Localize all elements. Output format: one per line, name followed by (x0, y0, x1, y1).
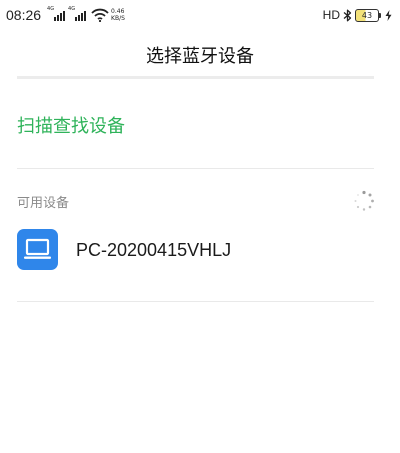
spinner-icon (354, 190, 374, 211)
signal-icon: 4G (47, 6, 66, 21)
network-speed: 0.46 KB/S (111, 8, 125, 22)
laptop-icon (17, 229, 58, 270)
sim1-network-tag: 4G (47, 6, 55, 12)
list-divider (17, 301, 374, 302)
scan-devices-button[interactable]: 扫描查找设备 (17, 112, 125, 138)
device-row[interactable]: PC-20200415VHLJ (0, 222, 400, 282)
available-devices-label: 可用设备 (17, 196, 70, 211)
page-title: 选择蓝牙设备 (146, 46, 254, 67)
status-right: HD 43 (323, 8, 392, 22)
header-divider (17, 76, 374, 79)
wifi-icon (91, 8, 109, 22)
battery-icon: 43 (355, 8, 381, 22)
sim2-network-tag: 4G (68, 6, 76, 12)
network-speed-unit: KB/S (111, 15, 125, 22)
signal-icon: 4G (68, 6, 87, 21)
status-bar: 08:26 4G 4G 0.46 KB/S HD 43 (0, 0, 400, 32)
device-name: PC-20200415VHLJ (76, 240, 232, 260)
charging-icon (385, 9, 392, 21)
status-time: 08:26 (6, 7, 42, 23)
status-left: 08:26 4G 4G 0.46 KB/S (6, 6, 125, 24)
bluetooth-icon (343, 9, 352, 21)
section-divider (17, 168, 374, 169)
network-speed-value: 0.46 (111, 8, 125, 15)
hd-label: HD (322, 8, 340, 22)
